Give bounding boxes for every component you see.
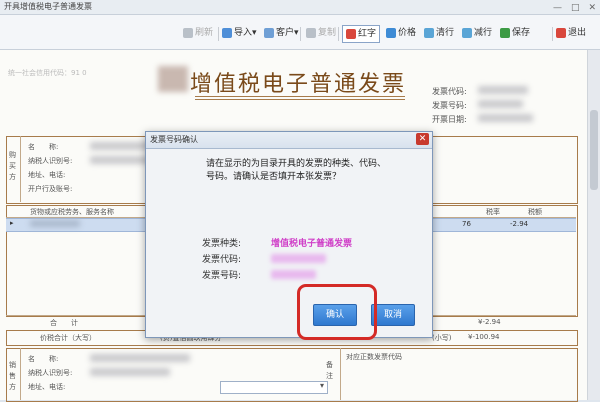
- toolbar-icon: [386, 27, 396, 38]
- grand-total-label: 价税合计（大写）: [40, 334, 96, 342]
- seller-fields-label: 纳税人识别号:: [28, 369, 73, 377]
- toolbar-button-7[interactable]: 减行: [462, 25, 492, 41]
- toolbar-button-1[interactable]: 导入▾: [222, 25, 257, 41]
- meta-number-value: [478, 100, 523, 108]
- toolbar-button-2[interactable]: 客户▾: [264, 25, 299, 41]
- code-label: 发票代码:: [202, 255, 242, 265]
- seller-address-dropdown[interactable]: ▾: [220, 381, 328, 394]
- seller-fields-label: 地址、电话:: [28, 383, 66, 391]
- toolbar-label: 价格: [398, 28, 417, 38]
- toolbar: 刷新 导入▾ 客户▾ 复制 红字 价格 清行 减行 保存 退出: [0, 15, 600, 50]
- row-rate[interactable]: 76: [462, 220, 471, 228]
- total-tax: ¥-2.94: [478, 318, 501, 326]
- dialog-title: 发票号码确认: [150, 135, 198, 144]
- meta-date-value: [478, 114, 533, 122]
- divider: [20, 136, 21, 202]
- grand-total-value: ¥-100.94: [468, 333, 500, 341]
- invoice-banner: 统一社会信用代码：91 0: [8, 69, 87, 77]
- dialog-message: 请在显示的为目录开具的发票的种类、代码、号码。请确认是否填开本张发票？: [206, 159, 387, 182]
- remark-text: 对应正数发票代码: [346, 353, 402, 361]
- toolbar-label: 退出: [568, 28, 587, 38]
- toolbar-separator: [218, 27, 219, 41]
- window-controls[interactable]: — □ ✕: [553, 0, 596, 13]
- row-marker-icon: ▸: [10, 219, 14, 227]
- meta-number-label: 发票号码:: [432, 101, 467, 110]
- window-title: 开具增值税电子普通发票: [4, 2, 92, 11]
- toolbar-label: 客户: [276, 28, 295, 38]
- toolbar-icon: [264, 27, 274, 38]
- seller-side-label: 销售方: [9, 361, 16, 391]
- code-value: [271, 254, 326, 263]
- title-underline: [195, 96, 405, 97]
- toolbar-button-4[interactable]: 红字: [342, 25, 381, 43]
- toolbar-label: 减行: [474, 28, 493, 38]
- invoice-title: 增值税电子普通发票: [190, 72, 407, 97]
- toolbar-icon: [306, 27, 316, 38]
- row-tax[interactable]: -2.94: [510, 220, 528, 228]
- buyer-side-label: 购买方: [9, 151, 16, 181]
- toolbar-icon: [222, 27, 232, 38]
- seller-name-value[interactable]: [90, 354, 190, 362]
- close-icon[interactable]: ✕: [416, 133, 429, 145]
- buyer-fields-label: 纳税人识别号:: [28, 157, 73, 165]
- row-item-name[interactable]: [30, 220, 80, 227]
- scrollbar-thumb[interactable]: [590, 110, 598, 190]
- grand-total-small-label: (小写): [432, 334, 452, 342]
- toolbar-icon: [183, 27, 193, 38]
- chevron-down-icon: ▾: [319, 381, 324, 390]
- title-bar: 开具增值税电子普通发票 — □ ✕: [0, 0, 600, 15]
- toolbar-button-9[interactable]: 退出: [556, 25, 586, 41]
- toolbar-icon: [556, 27, 566, 38]
- kind-value: 增值税电子普通发票: [271, 239, 353, 249]
- vertical-scrollbar[interactable]: [587, 50, 600, 400]
- toolbar-button-6[interactable]: 清行: [424, 25, 454, 41]
- remark-label: 备注: [326, 361, 333, 380]
- chevron-down-icon: ▾: [294, 28, 299, 38]
- meta-code-label: 发票代码:: [432, 87, 467, 96]
- toolbar-label: 刷新: [195, 28, 214, 38]
- toolbar-button-5[interactable]: 价格: [386, 25, 416, 41]
- title-underline-2: [195, 99, 405, 100]
- column-header-item: 货物或应税劳务、服务名称: [30, 208, 114, 216]
- kind-label: 发票种类:: [202, 239, 242, 249]
- province-logo-blurred: [158, 66, 188, 92]
- toolbar-icon: [462, 27, 472, 38]
- toolbar-label: 保存: [512, 28, 531, 38]
- toolbar-separator: [300, 27, 301, 41]
- total-label: 合 计: [50, 319, 78, 327]
- chevron-down-icon: ▾: [252, 28, 257, 38]
- number-label: 发票号码:: [202, 271, 242, 281]
- column-header-tax: 税额: [528, 208, 542, 216]
- buyer-fields-label: 开户行及账号:: [28, 185, 73, 193]
- buyer-fields-label: 名 称:: [28, 143, 59, 151]
- toolbar-icon: [346, 28, 356, 39]
- toolbar-button-3[interactable]: 复制: [306, 25, 336, 41]
- cancel-button[interactable]: 取消: [371, 304, 415, 326]
- dialog-caption-bar[interactable]: 发票号码确认 ✕: [146, 132, 432, 149]
- toolbar-label: 清行: [436, 28, 455, 38]
- toolbar-button-8[interactable]: 保存: [500, 25, 530, 41]
- divider: [340, 348, 341, 400]
- seller-fields-label: 名 称:: [28, 355, 59, 363]
- number-value: [271, 270, 316, 279]
- toolbar-icon: [424, 27, 434, 38]
- toolbar-label: 复制: [318, 28, 337, 38]
- toolbar-separator: [338, 27, 339, 41]
- buyer-fields-label: 地址、电话:: [28, 171, 66, 179]
- toolbar-separator: [552, 27, 553, 41]
- meta-date-label: 开票日期:: [432, 115, 467, 124]
- toolbar-icon: [500, 27, 510, 38]
- column-header-rate: 税率: [486, 208, 500, 216]
- toolbar-label: 导入: [234, 28, 253, 38]
- toolbar-label: 红字: [358, 29, 377, 39]
- toolbar-button-0[interactable]: 刷新: [183, 25, 213, 41]
- highlight-annotation: [297, 284, 377, 340]
- divider: [20, 348, 21, 400]
- meta-code-value: [478, 86, 528, 94]
- confirm-dialog: 发票号码确认 ✕ 请在显示的为目录开具的发票的种类、代码、号码。请确认是否填开本…: [145, 131, 433, 340]
- seller-taxid-value[interactable]: [90, 368, 170, 376]
